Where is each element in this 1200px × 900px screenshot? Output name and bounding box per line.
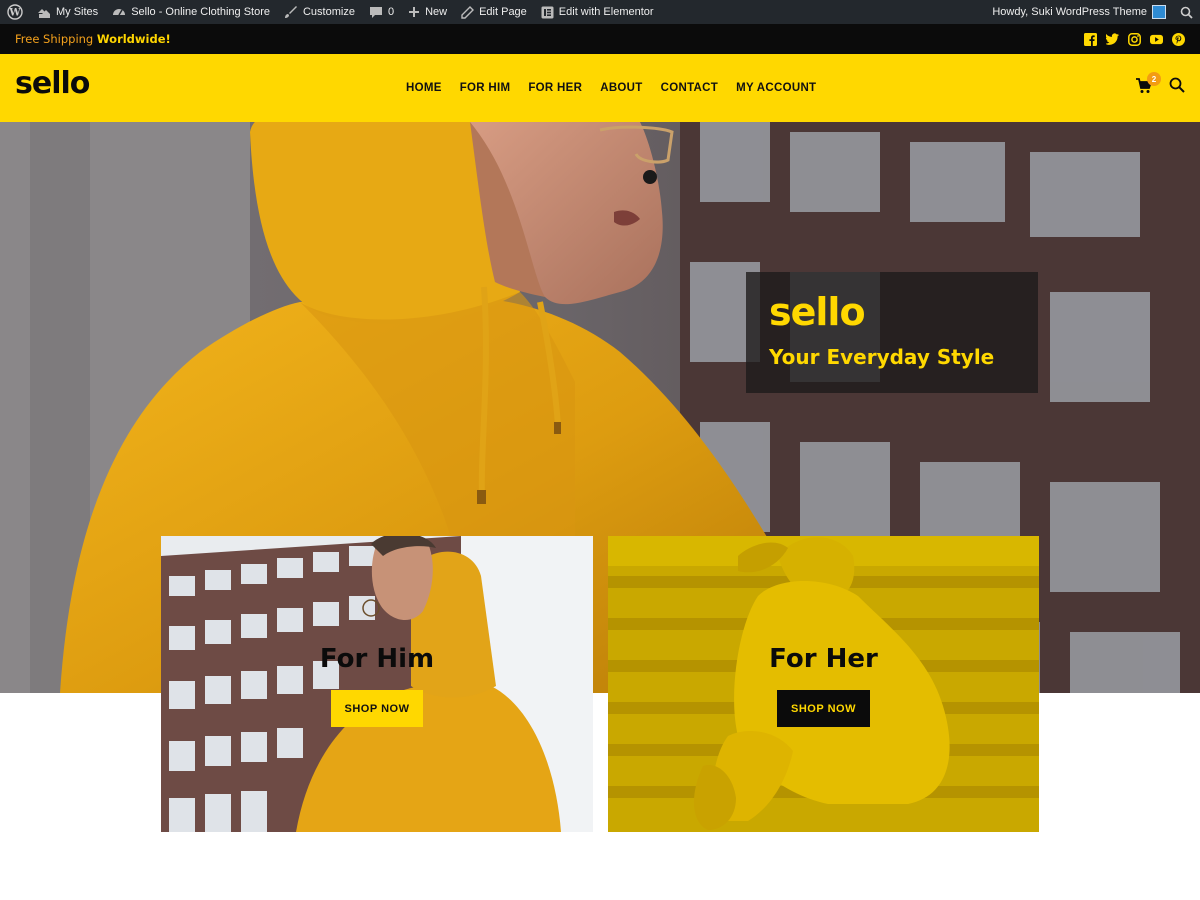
nav-for-him[interactable]: FOR HIM xyxy=(451,82,520,94)
plus-icon xyxy=(409,7,420,17)
my-sites-menu[interactable]: My Sites xyxy=(30,0,105,24)
svg-text:W: W xyxy=(8,8,21,19)
dashboard-icon xyxy=(113,9,126,16)
twitter-icon[interactable] xyxy=(1106,33,1119,46)
pinterest-icon[interactable] xyxy=(1172,32,1185,46)
account-menu[interactable]: Howdy, Suki WordPress Theme xyxy=(985,0,1173,24)
nav-for-her[interactable]: FOR HER xyxy=(519,82,591,94)
facebook-icon[interactable] xyxy=(1084,32,1097,46)
nav-home[interactable]: HOME xyxy=(397,82,451,94)
comments-link[interactable]: 0 xyxy=(362,0,401,24)
pencil-icon xyxy=(461,5,475,19)
nav-my-account[interactable]: MY ACCOUNT xyxy=(727,82,825,94)
promo-prefix: Free Shipping xyxy=(15,32,97,46)
site-header: sello HOME FOR HIM FOR HER ABOUT CONTACT… xyxy=(0,54,1200,122)
wordpress-logo-button[interactable]: W xyxy=(0,0,30,24)
for-her-photo xyxy=(608,536,1039,832)
search-icon xyxy=(1169,77,1185,93)
avatar xyxy=(1152,5,1166,19)
category-card-for-him[interactable]: For Him SHOP NOW xyxy=(161,536,593,832)
cart-count-badge: 2 xyxy=(1147,72,1161,86)
new-content-menu[interactable]: New xyxy=(401,0,454,24)
promo-highlight: Worldwide! xyxy=(96,32,171,46)
wp-admin-bar: W My Sites Sello - Online Clothing Store… xyxy=(0,0,1200,24)
comment-icon xyxy=(369,7,382,18)
comments-count: 0 xyxy=(387,6,395,18)
category-card-for-her[interactable]: For Her SHOP NOW xyxy=(608,536,1039,832)
edit-page-link[interactable]: Edit Page xyxy=(454,0,534,24)
for-her-shop-now-button[interactable]: SHOP NOW xyxy=(777,690,870,727)
hero-title: sello xyxy=(769,290,866,334)
social-links xyxy=(1084,32,1185,46)
search-icon xyxy=(1180,6,1193,19)
hero-subtitle: Your Everyday Style xyxy=(769,345,995,369)
customize-link[interactable]: Customize xyxy=(277,0,362,24)
nav-contact[interactable]: CONTACT xyxy=(652,82,727,94)
site-logo[interactable]: sello xyxy=(15,66,90,101)
edit-elementor-link[interactable]: Edit with Elementor xyxy=(534,0,661,24)
cart-button[interactable]: 2 xyxy=(1136,72,1161,98)
elementor-icon xyxy=(541,6,554,18)
top-bar: Free Shipping Worldwide! xyxy=(0,24,1200,54)
new-label: New xyxy=(425,6,448,18)
brush-icon xyxy=(284,6,297,18)
nav-about[interactable]: ABOUT xyxy=(591,82,651,94)
admin-search-button[interactable] xyxy=(1173,0,1200,24)
site-name-menu[interactable]: Sello - Online Clothing Store xyxy=(105,0,277,24)
sites-icon xyxy=(38,9,50,18)
for-him-shop-now-button[interactable]: SHOP NOW xyxy=(331,690,423,727)
for-her-title: For Her xyxy=(769,644,878,674)
edit-page-label: Edit Page xyxy=(479,6,527,18)
my-sites-label: My Sites xyxy=(56,6,99,18)
edit-elementor-label: Edit with Elementor xyxy=(558,6,654,18)
header-search-button[interactable] xyxy=(1169,77,1185,98)
for-him-photo xyxy=(161,536,593,832)
greeting-label: Howdy, Suki WordPress Theme xyxy=(992,6,1147,18)
main-navigation: HOME FOR HIM FOR HER ABOUT CONTACT MY AC… xyxy=(397,54,825,122)
for-him-title: For Him xyxy=(319,644,435,674)
free-shipping-notice: Free Shipping Worldwide! xyxy=(15,32,171,46)
site-name-label: Sello - Online Clothing Store xyxy=(131,6,270,18)
wordpress-icon: W xyxy=(7,4,23,20)
instagram-icon[interactable] xyxy=(1128,32,1141,46)
youtube-icon[interactable] xyxy=(1150,33,1163,46)
customize-label: Customize xyxy=(302,6,355,18)
